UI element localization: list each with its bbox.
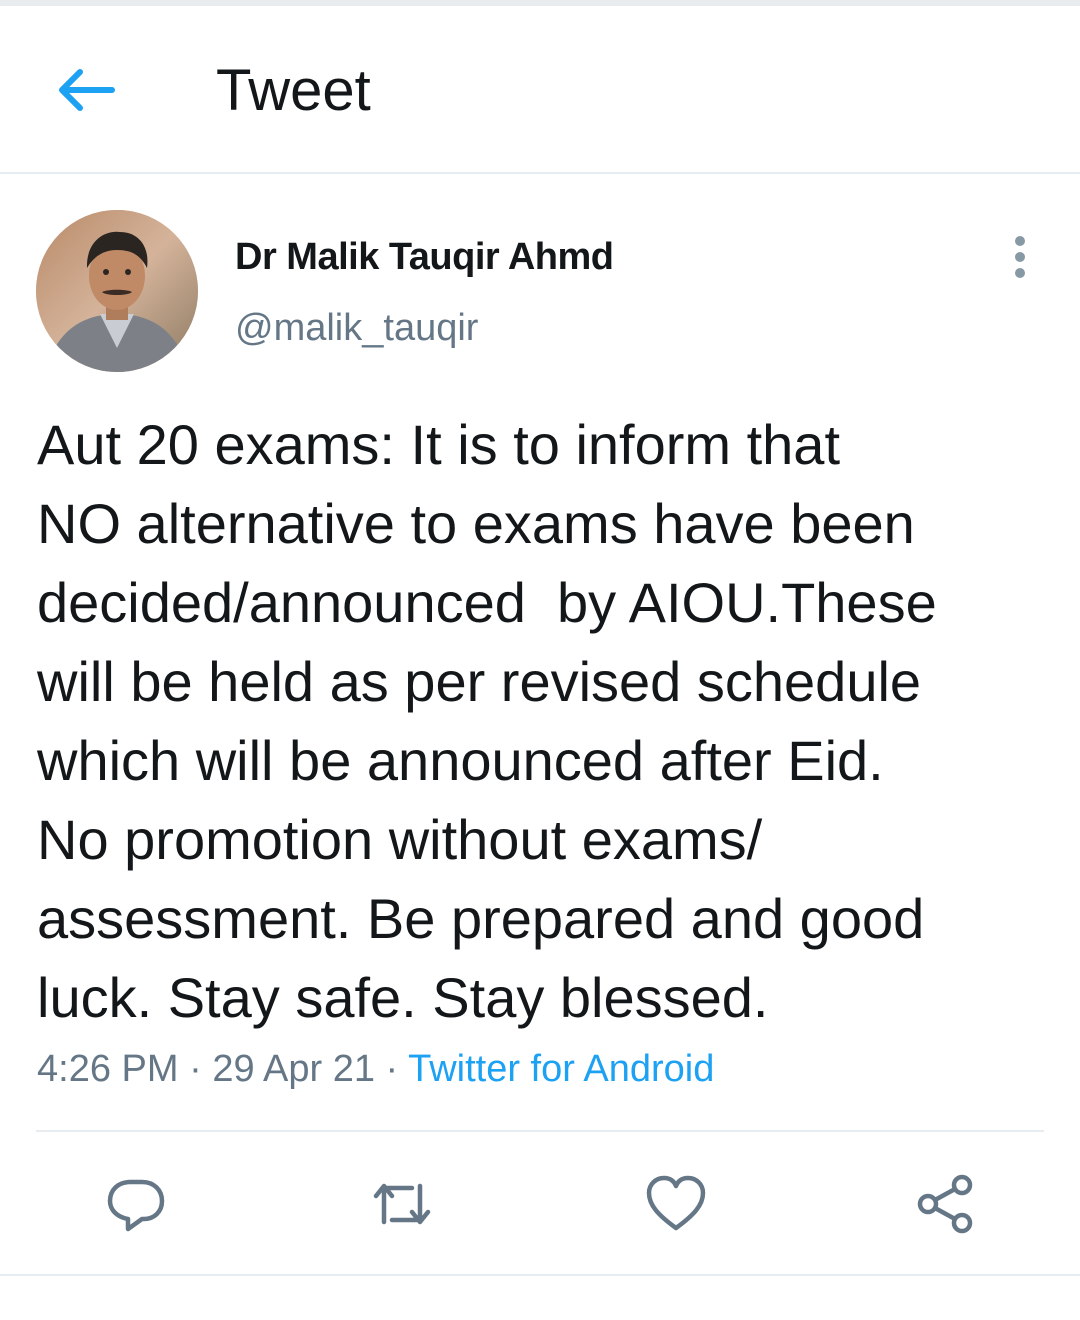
like-button[interactable] xyxy=(644,1172,708,1236)
reply-button[interactable] xyxy=(104,1172,168,1236)
more-vertical-icon xyxy=(1015,236,1025,278)
tweet-source-link[interactable]: Twitter for Android xyxy=(408,1048,714,1090)
share-icon xyxy=(917,1174,973,1234)
like-icon xyxy=(646,1175,706,1231)
author-handle[interactable]: @malik_tauqir xyxy=(235,305,478,351)
tweet-meta: 4:26 PM · 29 Apr 21 · Twitter for Androi… xyxy=(37,1046,714,1092)
author-display-name[interactable]: Dr Malik Tauqir Ahmd xyxy=(235,234,614,280)
retweet-icon xyxy=(373,1183,431,1225)
share-button[interactable] xyxy=(914,1172,978,1236)
divider xyxy=(0,1274,1080,1276)
divider xyxy=(36,1130,1044,1132)
tweet-time: 4:26 PM xyxy=(37,1048,179,1090)
tweet-header: Tweet xyxy=(0,6,1080,174)
meta-separator: · xyxy=(375,1048,409,1090)
reply-icon xyxy=(107,1179,165,1232)
tweet-text: Aut 20 exams: It is to inform that NO al… xyxy=(37,413,937,1029)
back-button[interactable] xyxy=(50,64,118,116)
page-title: Tweet xyxy=(216,58,371,123)
meta-separator: · xyxy=(178,1048,213,1090)
avatar-image xyxy=(36,210,198,372)
tweet-date: 29 Apr 21 xyxy=(212,1048,375,1090)
retweet-button[interactable] xyxy=(370,1172,434,1236)
arrow-left-icon xyxy=(59,69,115,111)
more-options-button[interactable] xyxy=(1000,232,1040,282)
avatar[interactable] xyxy=(36,210,198,372)
